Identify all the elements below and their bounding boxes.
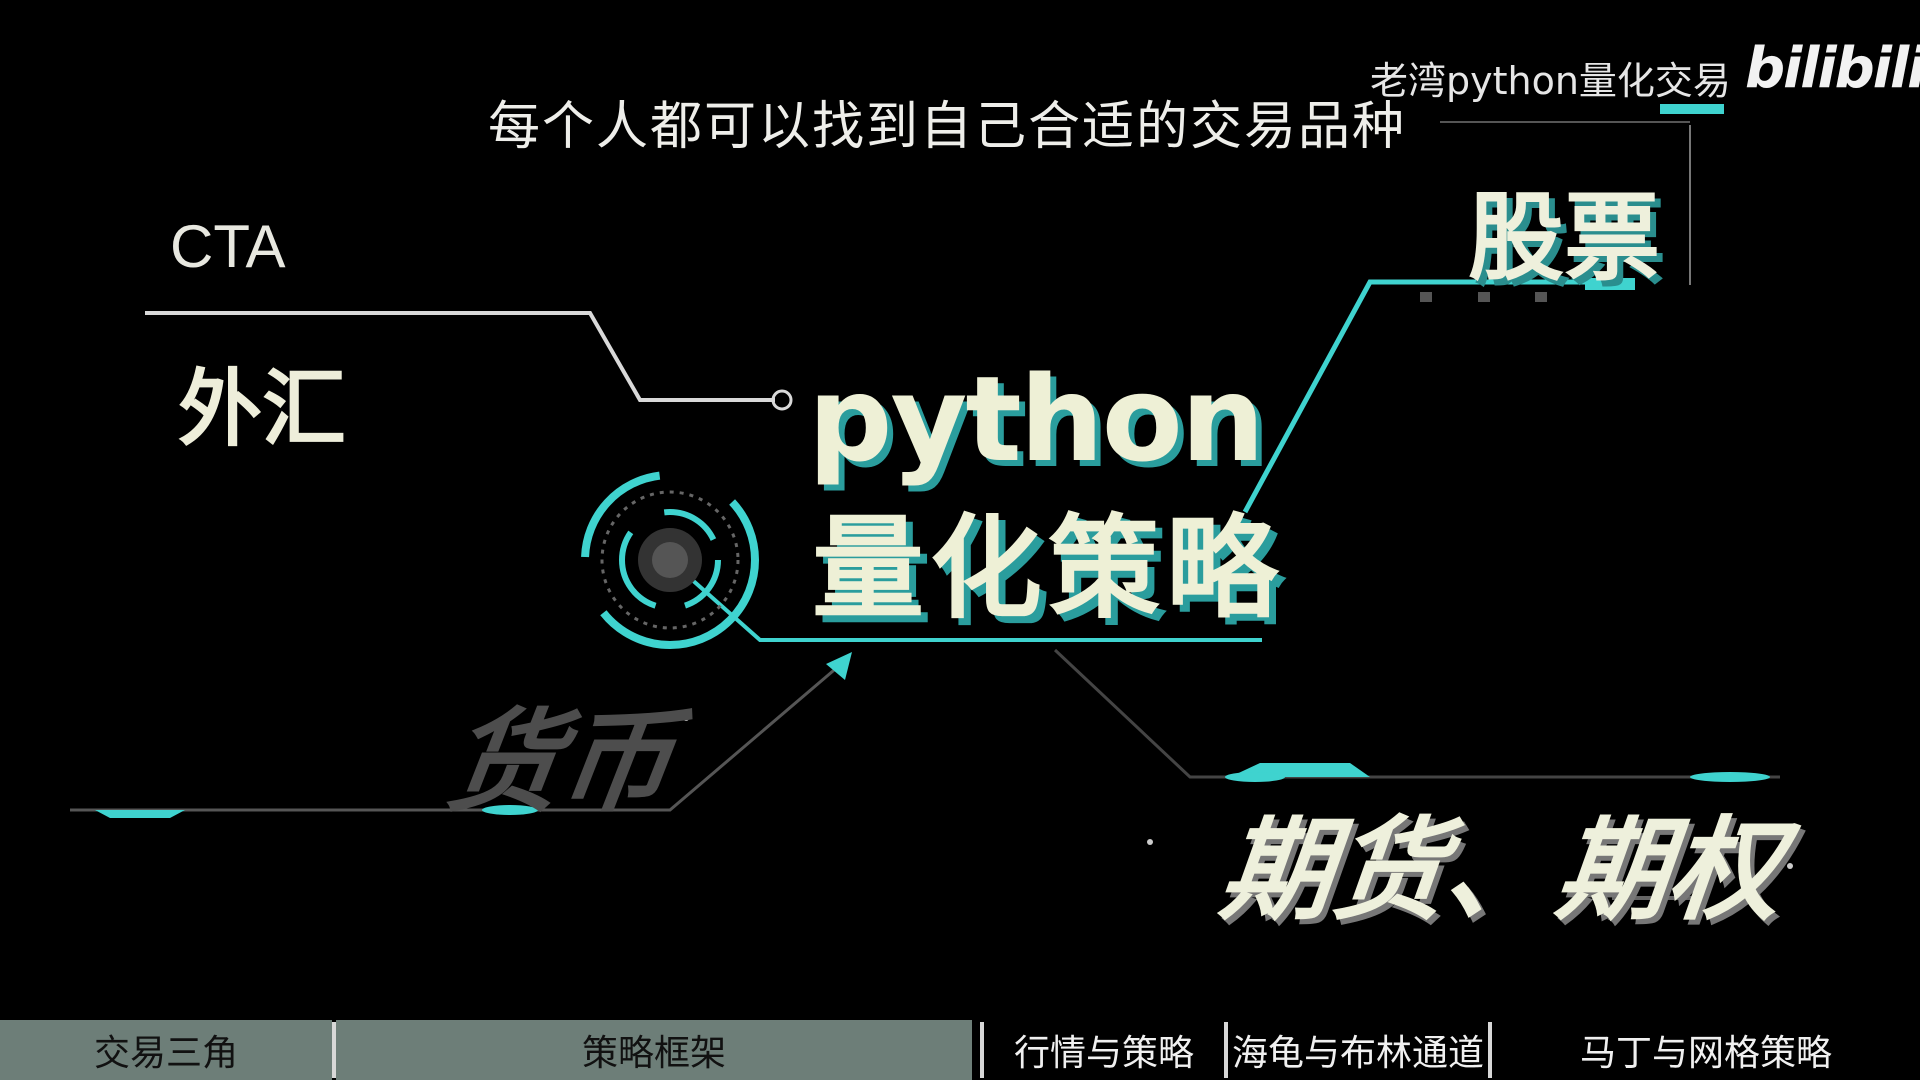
chapter-tab-strategy-framework[interactable]: 策略框架 <box>336 1020 972 1080</box>
chapter-tab-label: 马丁与网格策略 <box>1579 1033 1832 1074</box>
chapter-tab-label: 行情与策略 <box>1013 1033 1194 1074</box>
label-futures-options: 期货、期权 <box>1214 806 1788 936</box>
chapter-tab-label: 交易三角 <box>93 1033 238 1074</box>
subtitle-caption: 每个人都可以找到自己合适的交易品种 <box>488 97 1407 157</box>
radar-target-icon <box>581 471 759 649</box>
channel-watermark: 老湾python量化交易 <box>1370 59 1731 103</box>
bilibili-logo: bilibili <box>1745 36 1920 101</box>
chapter-tab-label: 策略框架 <box>581 1033 726 1074</box>
label-cta: CTA <box>170 213 286 280</box>
chapter-tab-martingale-grid[interactable]: 马丁与网格策略 <box>1492 1020 1920 1080</box>
chapter-tab-label: 海龟与布林通道 <box>1231 1033 1484 1074</box>
label-stocks: 股票 <box>1468 182 1660 294</box>
title-python: python <box>808 350 1265 488</box>
chapter-navbar: 交易三角 策略框架 行情与策略 海龟与布林通道 马丁与网格策略 <box>0 1020 1920 1080</box>
label-forex: 外汇 <box>178 360 347 458</box>
stocks-connector-line <box>1242 279 1635 514</box>
chapter-tab-trading-triangle[interactable]: 交易三角 <box>0 1020 332 1080</box>
connector-node <box>771 389 793 411</box>
arrow-head <box>826 652 852 680</box>
chapter-tab-market-strategy[interactable]: 行情与策略 <box>984 1020 1224 1080</box>
title-quant-strategy: 量化策略 <box>812 504 1284 634</box>
futures-connector-line <box>1053 648 1780 779</box>
chapter-tab-turtle-bollinger[interactable]: 海龟与布林通道 <box>1228 1020 1488 1080</box>
label-currency: 货币 <box>439 698 682 828</box>
